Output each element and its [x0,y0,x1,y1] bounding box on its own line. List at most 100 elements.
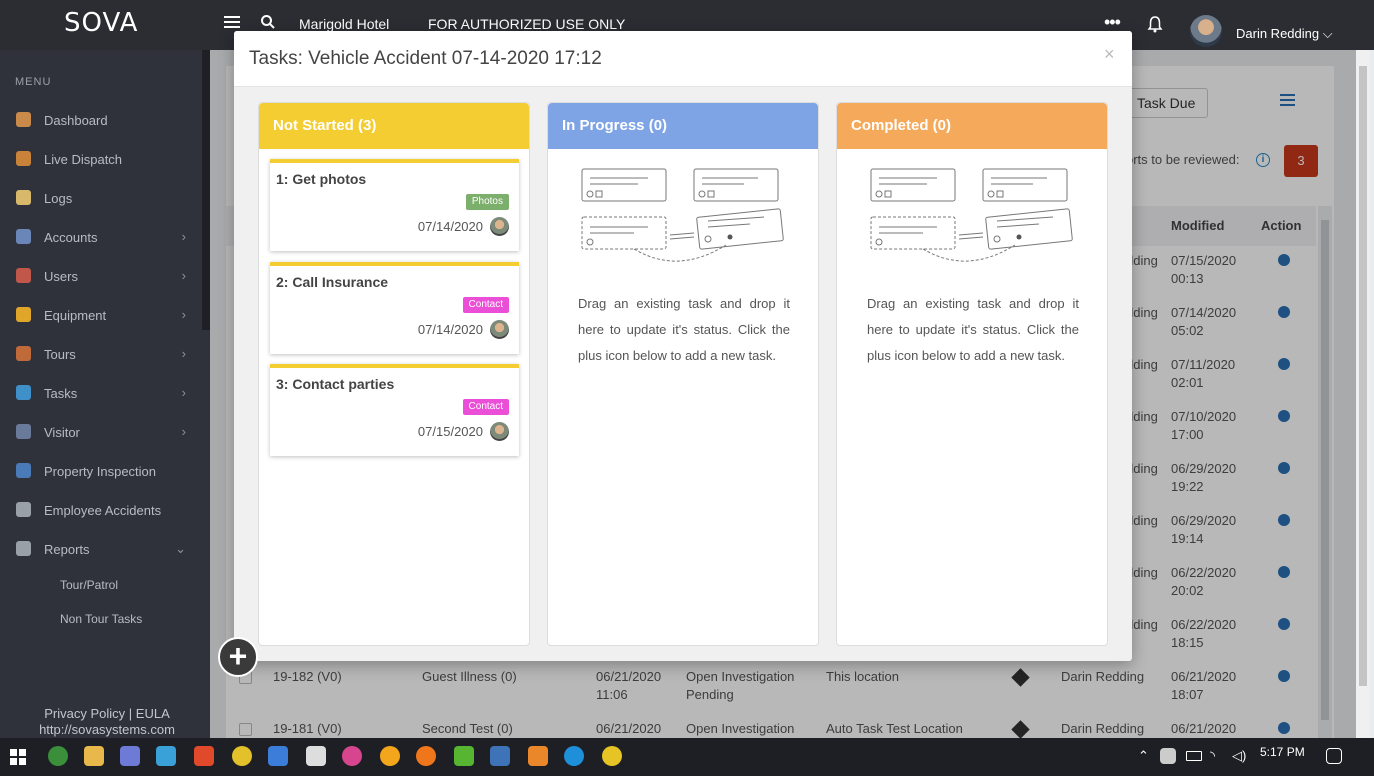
sidebar-item-logs[interactable]: Logs [0,180,200,216]
task-tag: Contact [462,297,509,313]
app-icon[interactable] [602,746,622,766]
app-icon[interactable] [268,746,288,766]
sidebar-item-label: Live Dispatch [44,152,123,167]
windows-start-icon[interactable] [10,749,26,765]
sidebar-item-dashboard[interactable]: Dashboard [0,102,200,138]
hotel-selector[interactable]: Marigold Hotel [299,16,389,32]
globe-icon [16,463,31,478]
edge-icon[interactable] [564,746,584,766]
sidebar-item-tours[interactable]: Tours › [0,336,200,372]
chevron-icon: › [181,424,186,439]
notifications-icon[interactable] [1326,748,1342,764]
more-options-icon[interactable]: ••• [1104,12,1121,33]
task-date: 07/14/2020 [417,322,483,337]
sidebar-item-live-dispatch[interactable]: Live Dispatch [0,141,200,177]
app-icon[interactable] [490,746,510,766]
sidebar-item-label: Tasks [44,386,78,401]
empty-column-hint: Drag an existing task and drop it here t… [578,296,790,363]
task-title: 3: Contact parties [276,376,395,392]
sidebar-item-property-inspection[interactable]: Property Inspection [0,453,200,489]
sidebar-item-label: Dashboard [44,113,108,128]
sidebar-item-label: Users [44,269,78,284]
clipboard-icon [16,502,31,517]
sidebar-item-label: Property Inspection [44,464,157,479]
pencil-icon [16,190,31,205]
helmet-icon [16,307,31,322]
column-in-progress[interactable]: In Progress (0) Drag an existing task an… [547,102,819,646]
chevron-icon: › [181,307,186,322]
sidebar-item-label: Tours [44,347,76,362]
clock[interactable]: 5:17 PM [1260,745,1305,759]
brave-browser-icon[interactable] [194,746,214,766]
sidebar-item-users[interactable]: Users › [0,258,200,294]
sidebar-item-equipment[interactable]: Equipment › [0,297,200,333]
page-scrollbar[interactable] [1356,50,1370,738]
network-status-icon[interactable] [1160,748,1176,764]
drag-drop-illustration-icon [581,168,784,262]
search-icon[interactable] [260,14,276,30]
drag-drop-illustration-icon [870,168,1073,262]
user-avatar[interactable] [1190,15,1222,47]
sidebar-item-reports[interactable]: Reports ⌄ [0,531,200,567]
app-icon[interactable] [454,746,474,766]
app-icon[interactable] [306,746,326,766]
sidebar-item-visitor[interactable]: Visitor › [0,414,200,450]
chevron-icon: › [181,346,186,361]
column-completed[interactable]: Completed (0) Drag an existing task and … [836,102,1108,646]
website-link[interactable]: http://sovasystems.com [0,722,214,737]
hamburger-menu-icon[interactable] [224,16,240,31]
battery-icon[interactable] [1186,751,1202,761]
chevron-icon: › [181,385,186,400]
bell-icon[interactable] [1147,15,1163,33]
app-icon[interactable] [48,746,68,766]
column-header-not-started: Not Started (3) [259,103,529,149]
empty-column-hint: Drag an existing task and drop it here t… [867,296,1079,363]
app-icon[interactable] [156,746,176,766]
chevron-icon: › [181,268,186,283]
sidebar-item-label: Visitor [44,425,80,440]
task-card[interactable]: 1: Get photos Photos 07/14/2020 [270,159,519,251]
visitor-icon [16,424,31,439]
sidebar-scrollbar[interactable] [202,50,210,330]
menu-heading: MENU [15,76,52,88]
app-icon[interactable] [380,746,400,766]
task-tag: Photos [465,194,509,210]
wifi-icon[interactable]: ◝ [1210,748,1215,764]
sidebar-subitem-tour-patrol[interactable]: Tour/Patrol [60,578,118,592]
sidebar-item-employee-accidents[interactable]: Employee Accidents [0,492,200,528]
sidebar-item-label: Logs [44,191,73,206]
tray-chevron-icon[interactable]: ⌃ [1138,748,1149,764]
task-card[interactable]: 3: Contact parties Contact 07/15/2020 [270,364,519,456]
user-menu[interactable]: Darin Redding ⌵ [1236,26,1333,42]
modal-header: Tasks: Vehicle Accident 07-14-2020 17:12… [234,31,1132,87]
close-icon[interactable]: × [1104,44,1115,65]
app-icon[interactable] [120,746,140,766]
sidebar-subitem-non-tour-tasks[interactable]: Non Tour Tasks [60,612,142,626]
authorized-banner: FOR AUTHORIZED USE ONLY [428,16,626,32]
privacy-eula-link[interactable]: Privacy Policy | EULA [0,706,214,721]
sova-logo[interactable]: SOVA [64,8,138,38]
file-explorer-icon[interactable] [84,746,104,766]
clipboard-icon [16,541,31,556]
task-title: 1: Get photos [276,171,367,187]
task-card[interactable]: 2: Call Insurance Contact 07/14/2020 [270,262,519,354]
sublime-icon[interactable] [528,746,548,766]
compass-icon [16,346,31,361]
column-not-started[interactable]: Not Started (3) 1: Get photos Photos 07/… [258,102,530,646]
chevron-icon: › [181,229,186,244]
task-tag: Contact [462,399,509,415]
volume-icon[interactable]: ◁) [1232,748,1246,764]
user-icon [16,268,31,283]
column-header-completed: Completed (0) [837,103,1107,149]
chrome-icon[interactable] [232,746,252,766]
add-task-button[interactable]: + [218,637,258,677]
slack-icon[interactable] [342,746,362,766]
task-date: 07/14/2020 [417,219,483,234]
building-icon [16,229,31,244]
sidebar-item-accounts[interactable]: Accounts › [0,219,200,255]
sidebar-item-tasks[interactable]: Tasks › [0,375,200,411]
sidebar-item-label: Accounts [44,230,98,245]
firefox-icon[interactable] [416,746,436,766]
sun-icon [16,385,31,400]
sidebar: MENU Dashboard Live Dispatch Logs Accounts ›… [0,50,210,738]
